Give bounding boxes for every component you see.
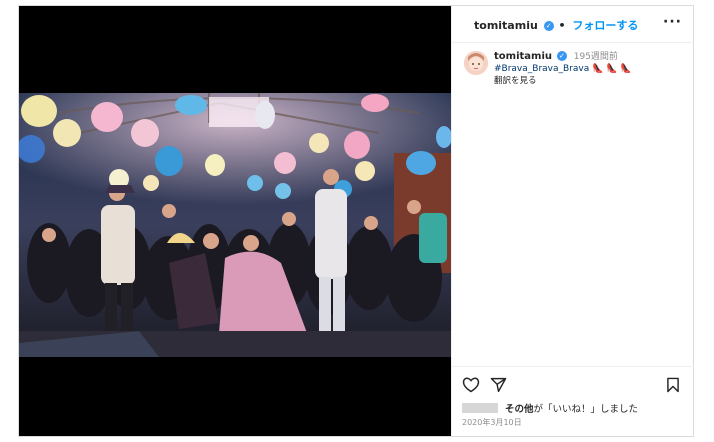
post-media[interactable] bbox=[19, 6, 451, 436]
send-icon[interactable] bbox=[490, 377, 507, 397]
likes-line: その他が「いいね！」しました bbox=[462, 401, 638, 415]
heart-icon[interactable] bbox=[462, 377, 480, 397]
party-scene-image bbox=[19, 93, 451, 357]
post-actions: その他が「いいね！」しました 2020年3月10日 bbox=[452, 366, 694, 427]
more-icon[interactable]: ··· bbox=[663, 14, 682, 30]
follow-button[interactable]: フォローする bbox=[572, 19, 638, 32]
post-frame: tomitamiu ✓ • フォローする ··· tomitamiu ✓ 195… bbox=[18, 5, 694, 437]
verified-badge-icon: ✓ bbox=[543, 21, 554, 31]
see-translation-link[interactable]: 翻訳を見る bbox=[494, 75, 686, 87]
likes-suffix: が「いいね！」しました bbox=[533, 404, 639, 415]
header-username[interactable]: tomitamiu bbox=[474, 19, 538, 32]
likes-others-link[interactable]: その他 bbox=[505, 404, 534, 415]
bookmark-icon[interactable] bbox=[666, 377, 680, 397]
post-sidebar: tomitamiu ✓ • フォローする ··· tomitamiu ✓ 195… bbox=[451, 6, 694, 436]
blurred-liker-name bbox=[462, 403, 498, 413]
caption-verified-icon: ✓ bbox=[556, 51, 567, 61]
post-caption: tomitamiu ✓ 195週間前 #Brava_Brava_Brava 👠 … bbox=[464, 51, 686, 87]
hashtag-link[interactable]: #Brava_Brava_Brava bbox=[494, 64, 589, 74]
caption-text: tomitamiu ✓ 195週間前 #Brava_Brava_Brava 👠 … bbox=[494, 51, 686, 87]
header-user: tomitamiu ✓ • フォローする bbox=[474, 17, 638, 33]
post-header: tomitamiu ✓ • フォローする ··· bbox=[452, 6, 694, 43]
caption-hashtag-line: #Brava_Brava_Brava 👠 👠 👠 bbox=[494, 63, 686, 75]
avatar[interactable] bbox=[464, 51, 488, 75]
heels-emoji: 👠 👠 👠 bbox=[592, 64, 632, 74]
avatar-image bbox=[464, 51, 488, 75]
caption-username[interactable]: tomitamiu bbox=[494, 51, 552, 62]
post-date[interactable]: 2020年3月10日 bbox=[462, 417, 522, 428]
caption-time[interactable]: 195週間前 bbox=[574, 52, 618, 62]
header-separator: • bbox=[558, 19, 566, 32]
